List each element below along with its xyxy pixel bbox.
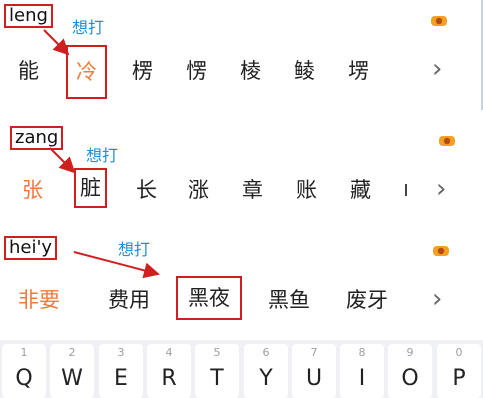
pinyin-input[interactable]: leng: [4, 4, 53, 28]
key-number-hint: 3: [117, 346, 125, 359]
candidate[interactable]: 长: [136, 177, 157, 203]
key-q[interactable]: 1Q: [2, 344, 46, 398]
pinyin-input[interactable]: zang: [10, 126, 64, 150]
key-letter: I: [358, 366, 366, 391]
key-number-hint: 6: [262, 346, 270, 359]
key-r[interactable]: 4R: [147, 344, 191, 398]
key-letter: O: [401, 366, 419, 391]
key-letter: U: [305, 366, 323, 391]
key-number-hint: 7: [310, 346, 318, 359]
key-i[interactable]: 8I: [340, 344, 384, 398]
candidate[interactable]: 非要: [18, 287, 60, 313]
mic-icon[interactable]: [438, 132, 456, 150]
key-o[interactable]: 9O: [388, 344, 432, 398]
candidate-target[interactable]: 冷: [66, 45, 107, 99]
candidate[interactable]: 塄: [348, 58, 369, 84]
key-u[interactable]: 7U: [292, 344, 336, 398]
key-letter: P: [452, 366, 466, 391]
key-number-hint: 4: [165, 346, 173, 359]
annotation-note: 想打: [118, 240, 151, 259]
candidate-target[interactable]: 黑夜: [176, 276, 242, 320]
key-number-hint: 0: [455, 346, 463, 359]
key-letter: W: [61, 366, 83, 391]
key-letter: Q: [15, 366, 33, 391]
candidate[interactable]: 账: [296, 177, 317, 203]
key-p[interactable]: 0P: [437, 344, 481, 398]
candidate[interactable]: 鲮: [294, 58, 315, 84]
annotation-note: 想打: [86, 146, 119, 165]
candidate[interactable]: 藏: [350, 177, 371, 203]
mic-icon[interactable]: [432, 242, 450, 260]
key-letter: E: [114, 366, 128, 391]
annotation-note: 想打: [72, 18, 105, 37]
key-e[interactable]: 3E: [99, 344, 143, 398]
candidate[interactable]: 楞: [132, 58, 153, 84]
key-letter: T: [210, 366, 224, 391]
key-y[interactable]: 6Y: [244, 344, 288, 398]
candidate[interactable]: 愣: [186, 58, 207, 84]
key-number-hint: 9: [406, 346, 414, 359]
key-letter: Y: [259, 366, 273, 391]
candidate[interactable]: 棱: [240, 58, 261, 84]
scroll-indicator: [405, 184, 407, 196]
key-number-hint: 2: [68, 346, 76, 359]
mic-icon[interactable]: [430, 12, 448, 30]
key-number-hint: 1: [20, 346, 28, 359]
ime-panel-3: hei'y 想打 非要 费用 黑夜 黑鱼 废牙 ›: [0, 226, 483, 336]
more-candidates-chevron-icon[interactable]: ›: [432, 286, 442, 312]
candidate[interactable]: 张: [22, 177, 43, 203]
key-number-hint: 8: [358, 346, 366, 359]
candidate[interactable]: 废牙: [346, 287, 388, 313]
key-number-hint: 5: [213, 346, 221, 359]
candidate[interactable]: 能: [18, 58, 39, 84]
pinyin-input[interactable]: hei'y: [4, 236, 58, 260]
key-t[interactable]: 5T: [195, 344, 239, 398]
key-w[interactable]: 2W: [50, 344, 94, 398]
candidate[interactable]: 章: [242, 177, 263, 203]
ime-panel-1: leng 想打 能 冷 楞 愣 棱 鲮 塄 ›: [0, 0, 483, 110]
more-candidates-chevron-icon[interactable]: ›: [436, 176, 446, 202]
candidate[interactable]: 涨: [188, 177, 209, 203]
candidate[interactable]: 黑鱼: [268, 287, 310, 313]
candidate[interactable]: 费用: [108, 287, 150, 313]
ime-panel-2: zang 想打 张 脏 长 涨 章 账 藏 ›: [0, 118, 483, 218]
candidate-target[interactable]: 脏: [74, 168, 107, 208]
key-letter: R: [161, 366, 177, 391]
more-candidates-chevron-icon[interactable]: ›: [432, 56, 442, 82]
